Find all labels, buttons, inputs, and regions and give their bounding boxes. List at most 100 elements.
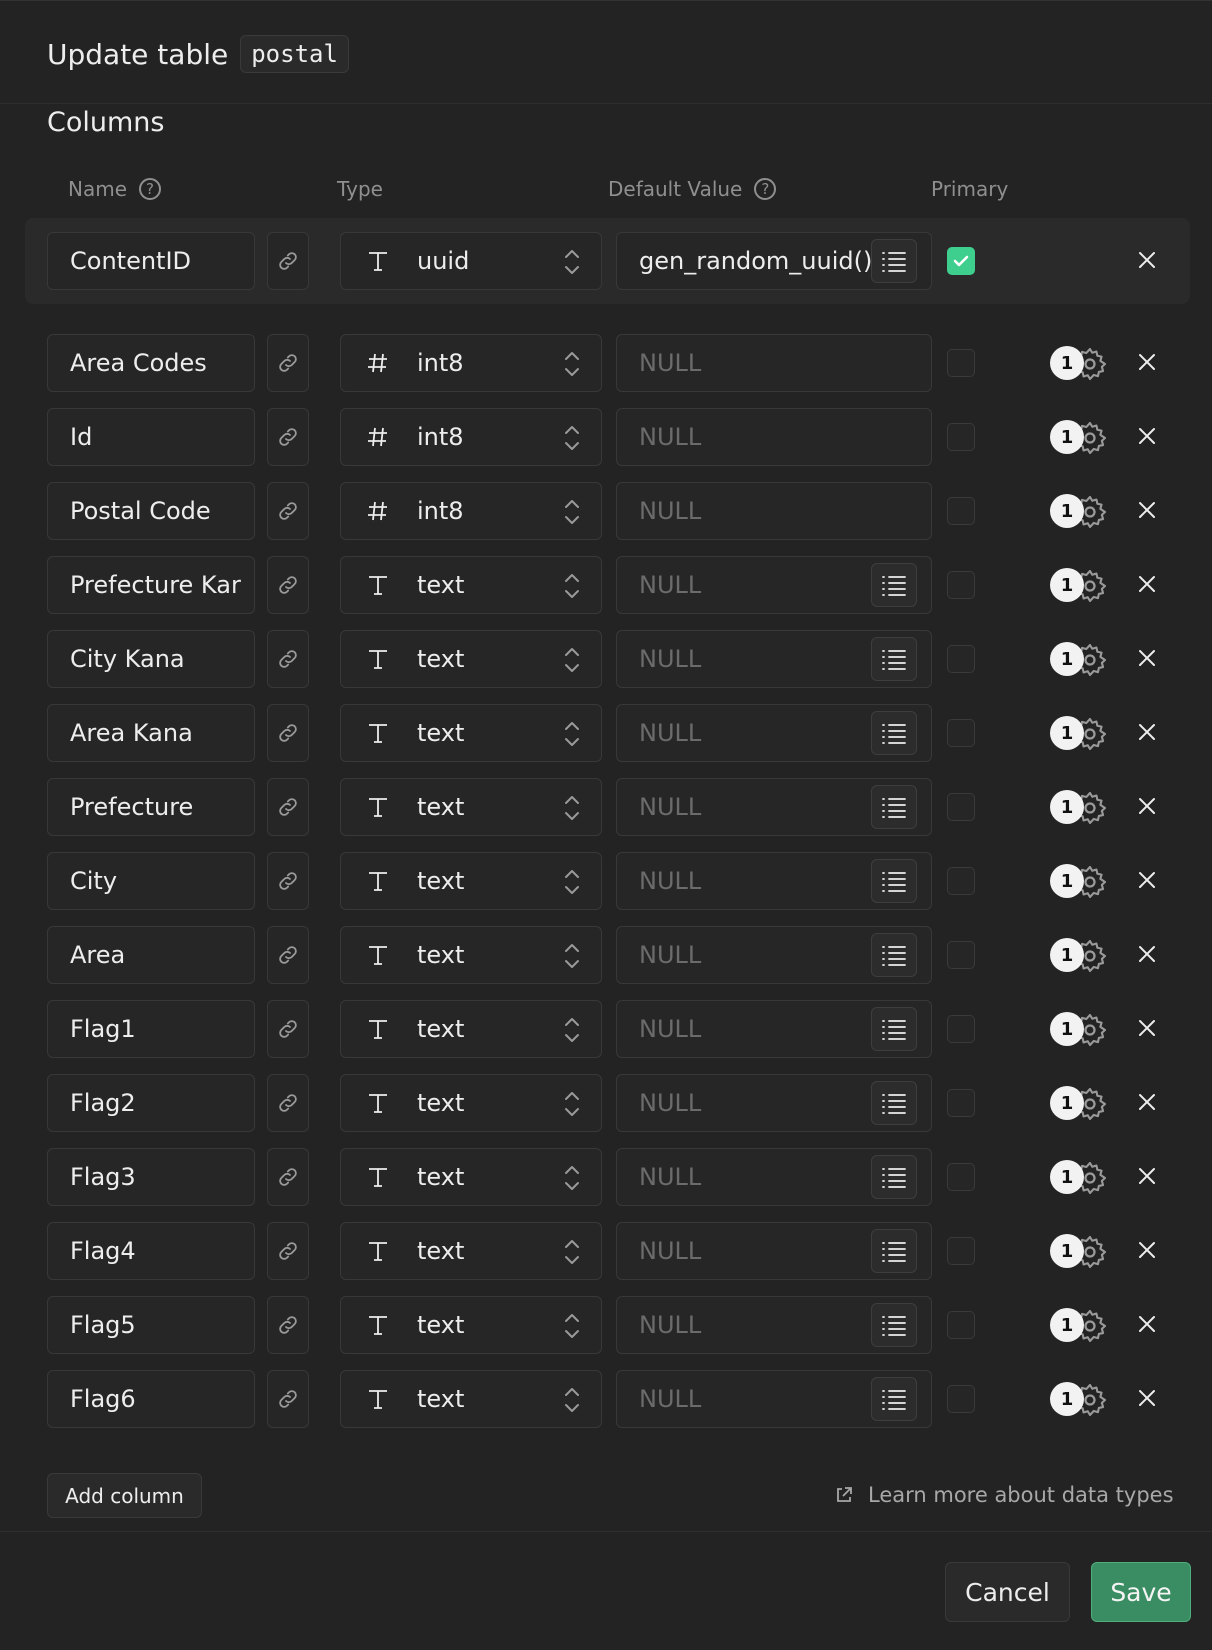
column-type-select[interactable]: text: [340, 926, 602, 984]
remove-column-button[interactable]: [1135, 720, 1159, 748]
default-value-input[interactable]: NULL: [616, 704, 932, 762]
foreign-key-link-button[interactable]: [267, 1074, 309, 1132]
default-value-input[interactable]: NULL: [616, 1000, 932, 1058]
column-type-select[interactable]: text: [340, 704, 602, 762]
suggested-values-button[interactable]: [871, 1155, 917, 1199]
primary-key-checkbox[interactable]: [947, 1385, 975, 1413]
default-value-input[interactable]: NULL: [616, 852, 932, 910]
primary-key-checkbox[interactable]: [947, 423, 975, 451]
foreign-key-link-button[interactable]: [267, 334, 309, 392]
foreign-key-link-button[interactable]: [267, 482, 309, 540]
column-type-select[interactable]: text: [340, 556, 602, 614]
default-value-input[interactable]: NULL: [616, 334, 932, 392]
column-type-select[interactable]: text: [340, 1148, 602, 1206]
column-name-input[interactable]: Area: [47, 926, 255, 984]
column-type-select[interactable]: text: [340, 1296, 602, 1354]
remove-column-button[interactable]: [1135, 942, 1159, 970]
suggested-values-button[interactable]: [871, 711, 917, 755]
primary-key-checkbox[interactable]: [947, 1163, 975, 1191]
suggested-values-button[interactable]: [871, 933, 917, 977]
remove-column-button[interactable]: [1135, 424, 1159, 452]
foreign-key-link-button[interactable]: [267, 778, 309, 836]
column-type-select[interactable]: int8: [340, 408, 602, 466]
remove-column-button[interactable]: [1135, 1312, 1159, 1340]
suggested-values-button[interactable]: [871, 637, 917, 681]
column-name-input[interactable]: ContentID: [47, 232, 255, 290]
primary-key-checkbox[interactable]: [947, 571, 975, 599]
column-settings-button[interactable]: 1: [1050, 418, 1112, 458]
column-settings-button[interactable]: 1: [1050, 492, 1112, 532]
default-value-input[interactable]: NULL: [616, 778, 932, 836]
column-type-select[interactable]: uuid: [340, 232, 602, 290]
column-name-input[interactable]: Id: [47, 408, 255, 466]
primary-key-checkbox[interactable]: [947, 1237, 975, 1265]
primary-key-checkbox[interactable]: [947, 867, 975, 895]
column-type-select[interactable]: text: [340, 1074, 602, 1132]
column-settings-button[interactable]: 1: [1050, 566, 1112, 606]
column-type-select[interactable]: text: [340, 1370, 602, 1428]
column-settings-button[interactable]: 1: [1050, 1232, 1112, 1272]
suggested-values-button[interactable]: [871, 563, 917, 607]
primary-key-checkbox[interactable]: [947, 645, 975, 673]
foreign-key-link-button[interactable]: [267, 704, 309, 762]
column-type-select[interactable]: text: [340, 778, 602, 836]
add-column-button[interactable]: Add column: [47, 1473, 202, 1518]
column-settings-button[interactable]: 1: [1050, 788, 1112, 828]
column-settings-button[interactable]: 1: [1050, 936, 1112, 976]
foreign-key-link-button[interactable]: [267, 556, 309, 614]
remove-column-button[interactable]: [1135, 1164, 1159, 1192]
default-value-input[interactable]: NULL: [616, 1296, 932, 1354]
column-name-input[interactable]: Flag4: [47, 1222, 255, 1280]
suggested-values-button[interactable]: [871, 1007, 917, 1051]
remove-column-button[interactable]: [1135, 498, 1159, 526]
default-value-input[interactable]: gen_random_uuid(): [616, 232, 932, 290]
remove-column-button[interactable]: [1135, 1090, 1159, 1118]
column-name-input[interactable]: Flag3: [47, 1148, 255, 1206]
suggested-values-button[interactable]: [871, 785, 917, 829]
default-value-input[interactable]: NULL: [616, 482, 932, 540]
foreign-key-link-button[interactable]: [267, 630, 309, 688]
column-settings-button[interactable]: 1: [1050, 1380, 1112, 1420]
cancel-button[interactable]: Cancel: [945, 1562, 1070, 1622]
default-value-input[interactable]: NULL: [616, 1148, 932, 1206]
learn-more-link[interactable]: Learn more about data types: [834, 1483, 1174, 1507]
column-settings-button[interactable]: 1: [1050, 1010, 1112, 1050]
primary-key-checkbox[interactable]: [947, 719, 975, 747]
column-name-input[interactable]: Flag5: [47, 1296, 255, 1354]
foreign-key-link-button[interactable]: [267, 408, 309, 466]
foreign-key-link-button[interactable]: [267, 232, 309, 290]
column-name-input[interactable]: Flag2: [47, 1074, 255, 1132]
remove-column-button[interactable]: [1135, 248, 1159, 276]
column-name-input[interactable]: City Kana: [47, 630, 255, 688]
column-name-input[interactable]: Flag6: [47, 1370, 255, 1428]
column-name-input[interactable]: City: [47, 852, 255, 910]
primary-key-checkbox[interactable]: [947, 941, 975, 969]
remove-column-button[interactable]: [1135, 1016, 1159, 1044]
default-value-input[interactable]: NULL: [616, 1370, 932, 1428]
column-settings-button[interactable]: 1: [1050, 640, 1112, 680]
primary-key-checkbox[interactable]: [947, 1015, 975, 1043]
column-settings-button[interactable]: 1: [1050, 714, 1112, 754]
column-type-select[interactable]: text: [340, 630, 602, 688]
column-type-select[interactable]: int8: [340, 334, 602, 392]
column-settings-button[interactable]: 1: [1050, 1084, 1112, 1124]
column-name-input[interactable]: Postal Code: [47, 482, 255, 540]
default-value-help-icon[interactable]: ?: [754, 178, 777, 200]
default-value-input[interactable]: NULL: [616, 556, 932, 614]
suggested-values-button[interactable]: [871, 239, 917, 283]
remove-column-button[interactable]: [1135, 1386, 1159, 1414]
remove-column-button[interactable]: [1135, 350, 1159, 378]
column-name-input[interactable]: Prefecture Kar: [47, 556, 255, 614]
column-name-input[interactable]: Area Codes: [47, 334, 255, 392]
remove-column-button[interactable]: [1135, 572, 1159, 600]
save-button[interactable]: Save: [1091, 1562, 1191, 1622]
remove-column-button[interactable]: [1135, 794, 1159, 822]
column-settings-button[interactable]: 1: [1050, 1158, 1112, 1198]
remove-column-button[interactable]: [1135, 868, 1159, 896]
default-value-input[interactable]: NULL: [616, 408, 932, 466]
column-type-select[interactable]: text: [340, 1222, 602, 1280]
primary-key-checkbox[interactable]: [947, 1089, 975, 1117]
column-name-input[interactable]: Area Kana: [47, 704, 255, 762]
foreign-key-link-button[interactable]: [267, 1296, 309, 1354]
primary-key-checkbox[interactable]: [947, 349, 975, 377]
